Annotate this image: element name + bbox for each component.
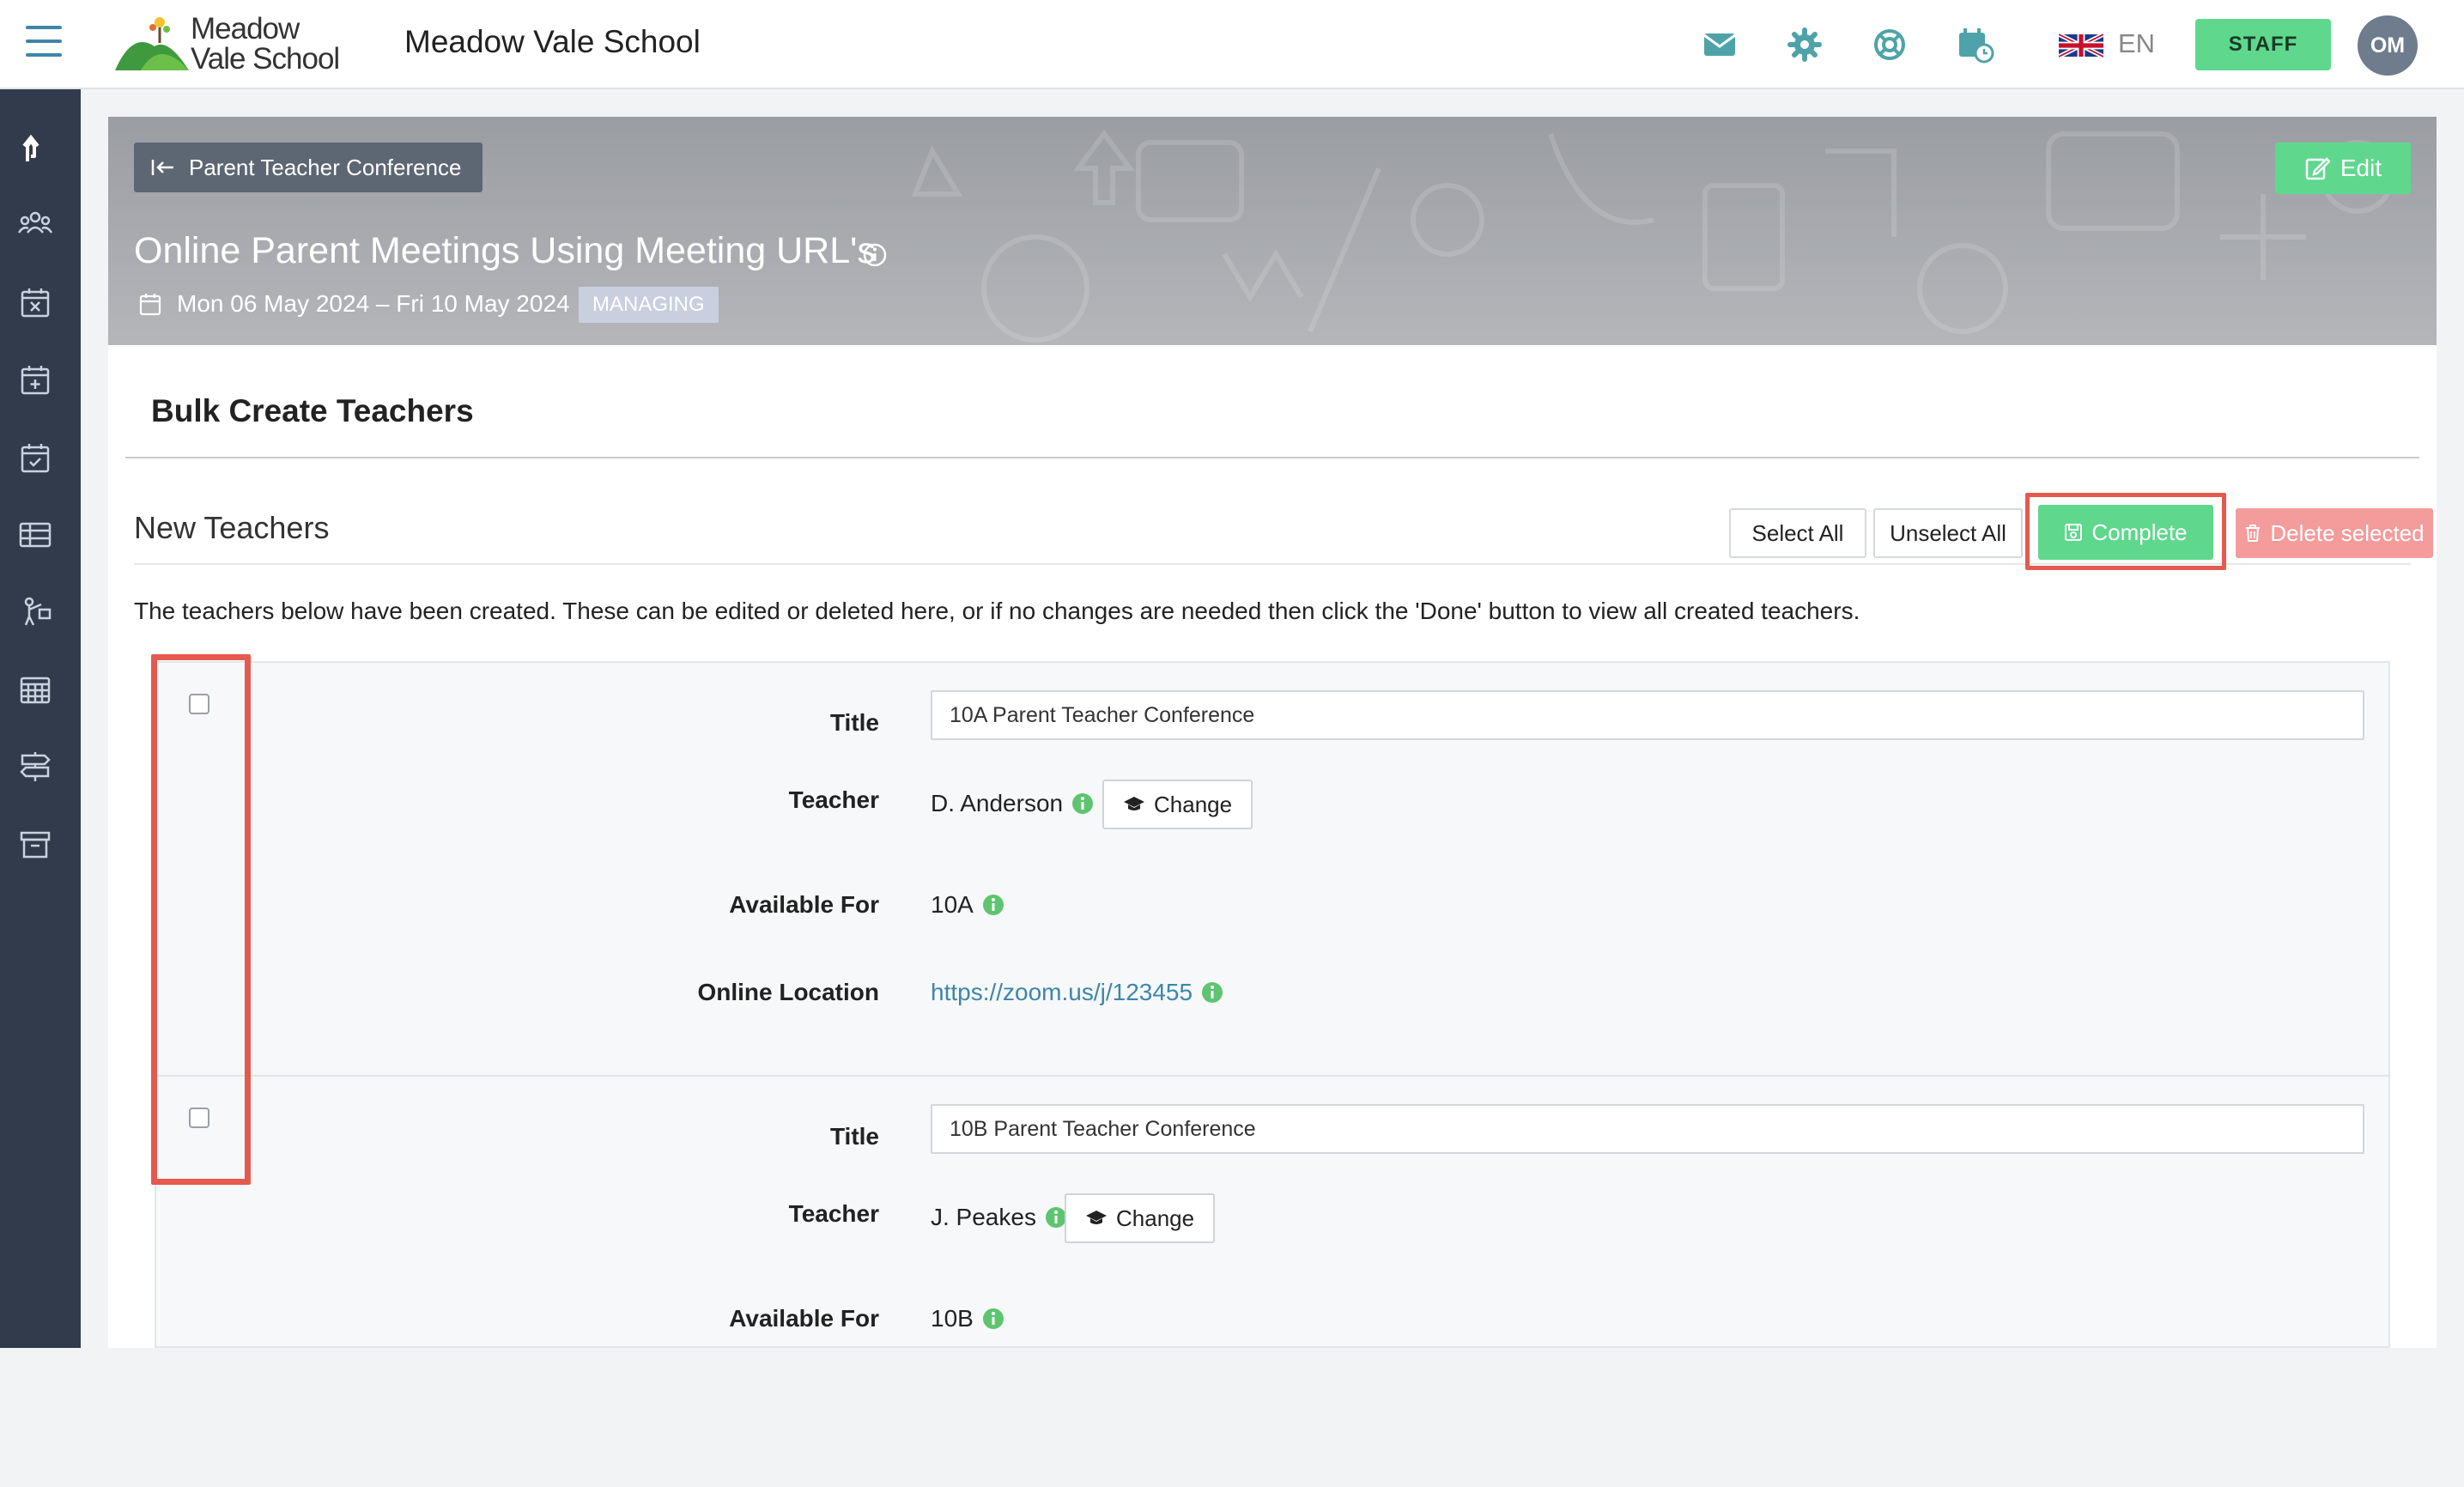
- user-avatar[interactable]: OM: [2358, 15, 2418, 76]
- select-all-button[interactable]: Select All: [1729, 508, 1866, 558]
- event-date-range: Mon 06 May 2024 – Fri 10 May 2024: [177, 290, 570, 317]
- change-button-label: Change: [1154, 791, 1233, 817]
- title-field[interactable]: 10A Parent Teacher Conference: [931, 690, 2364, 740]
- available-for-value: 10B: [931, 1305, 1004, 1332]
- info-circle-icon[interactable]: [862, 242, 888, 268]
- teacher-name: D. Anderson: [931, 790, 1064, 816]
- calendar-icon: [139, 294, 161, 316]
- change-button-label: Change: [1116, 1205, 1195, 1231]
- archive-icon[interactable]: [17, 826, 53, 862]
- online-location-value: https://zoom.us/j/123455: [931, 979, 1223, 1006]
- teacher-card: Title 10A Parent Teacher Conference Teac…: [156, 663, 2388, 1075]
- teacher-label: Teacher: [788, 786, 879, 813]
- divider: [125, 457, 2419, 458]
- edit-button-label: Edit: [2340, 155, 2382, 181]
- table-icon[interactable]: [17, 517, 53, 553]
- online-location-label: Online Location: [697, 979, 879, 1005]
- teacher-value: J. Peakes: [931, 1204, 1067, 1231]
- available-for-class: 10B: [931, 1305, 974, 1332]
- info-icon[interactable]: [1071, 792, 1094, 815]
- edit-event-button[interactable]: Edit: [2275, 143, 2411, 194]
- logo-text: Meadow Vale School: [191, 12, 340, 76]
- mail-icon[interactable]: [1701, 26, 1739, 64]
- uk-flag-icon[interactable]: [2059, 33, 2103, 58]
- bulk-create-panel: Bulk Create Teachers New Teachers Select…: [108, 345, 2437, 1348]
- status-badge: MANAGING: [579, 287, 719, 323]
- instructions-text: The teachers below have been created. Th…: [134, 598, 1860, 624]
- sidebar: [0, 89, 81, 1348]
- school-name: Meadow Vale School: [404, 24, 701, 59]
- event-title: Online Parent Meetings Using Meeting URL…: [134, 230, 876, 271]
- back-to-event-button[interactable]: Parent Teacher Conference: [134, 143, 482, 192]
- meadow-hills-icon: [115, 17, 189, 70]
- teacher-name: J. Peakes: [931, 1204, 1036, 1230]
- staff-role-button[interactable]: STAFF: [2195, 19, 2331, 70]
- hamburger-menu-icon[interactable]: [26, 26, 62, 57]
- change-teacher-button[interactable]: Change: [1102, 780, 1253, 829]
- calendar-grid-icon[interactable]: [17, 671, 53, 707]
- online-location-link[interactable]: https://zoom.us/j/123455: [931, 979, 1193, 1006]
- arrow-to-left-icon: [151, 160, 173, 175]
- change-teacher-button[interactable]: Change: [1065, 1193, 1216, 1243]
- title-field[interactable]: 10B Parent Teacher Conference: [931, 1104, 2364, 1154]
- info-icon[interactable]: [982, 894, 1004, 916]
- complete-button-highlight: [2025, 493, 2226, 570]
- edit-pencil-icon: [2305, 157, 2330, 180]
- available-for-label: Available For: [729, 891, 879, 918]
- gear-icon[interactable]: [1786, 26, 1824, 64]
- school-logo[interactable]: Meadow Vale School: [115, 12, 347, 77]
- top-bar: Meadow Vale School Meadow Vale School EN…: [0, 0, 2464, 89]
- delete-selected-label: Delete selected: [2270, 519, 2425, 546]
- trash-icon: [2246, 525, 2261, 542]
- teacher-card: Title 10B Parent Teacher Conference Teac…: [156, 1075, 2388, 1487]
- graduation-cap-icon: [1124, 797, 1144, 810]
- calendar-check-icon[interactable]: [17, 440, 53, 476]
- signpost-icon[interactable]: [17, 749, 53, 785]
- title-label: Title: [829, 709, 879, 736]
- info-icon[interactable]: [982, 1308, 1004, 1330]
- lifebuoy-icon[interactable]: [1871, 26, 1909, 64]
- teacher-list: Title 10A Parent Teacher Conference Teac…: [155, 661, 2390, 1348]
- available-for-label: Available For: [729, 1305, 879, 1332]
- event-header: Parent Teacher Conference Edit Online Pa…: [108, 117, 2437, 345]
- title-label: Title: [829, 1123, 879, 1150]
- checkbox-column-highlight: [151, 654, 251, 1185]
- teacher-value: D. Anderson: [931, 790, 1094, 817]
- calendar-plus-icon[interactable]: [17, 362, 53, 398]
- graduation-cap-icon: [1086, 1211, 1107, 1224]
- teacher-label: Teacher: [788, 1200, 879, 1227]
- info-icon[interactable]: [1201, 981, 1223, 1004]
- section-title: New Teachers: [134, 510, 330, 545]
- person-pointing-icon[interactable]: [17, 594, 53, 630]
- unselect-all-button[interactable]: Unselect All: [1873, 508, 2023, 558]
- language-code[interactable]: EN: [2118, 28, 2155, 59]
- available-for-value: 10A: [931, 891, 1004, 919]
- panel-title: Bulk Create Teachers: [151, 393, 474, 428]
- available-for-class: 10A: [931, 891, 974, 918]
- people-group-icon[interactable]: [17, 207, 53, 243]
- delete-selected-button[interactable]: Delete selected: [2236, 508, 2433, 558]
- return-arrow-icon[interactable]: [17, 130, 53, 167]
- back-button-label: Parent Teacher Conference: [189, 154, 462, 180]
- calendar-clock-icon[interactable]: [1957, 26, 1994, 64]
- calendar-x-icon[interactable]: [17, 285, 53, 321]
